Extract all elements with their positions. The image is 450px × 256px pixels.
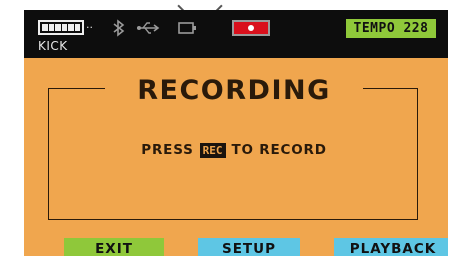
sd-card-icon	[178, 22, 196, 34]
rec-key-label: REC	[199, 142, 226, 158]
bluetooth-icon	[113, 19, 125, 37]
record-hint: PRESS REC TO RECORD	[49, 142, 419, 158]
status-bar: ·· KICK TEMPO 228	[24, 10, 448, 58]
track-label: KICK	[38, 39, 68, 53]
recording-title: RECORDING	[137, 75, 331, 106]
record-dot-icon	[232, 20, 270, 36]
exit-button[interactable]: EXIT	[64, 238, 164, 256]
playback-button[interactable]: PLAYBACK	[334, 238, 448, 256]
device-screen: ·· KICK TEMPO 228 RECORDING PRESS REC TO	[24, 10, 448, 256]
setup-button[interactable]: SETUP	[198, 238, 300, 256]
battery-level-dots: ··	[86, 21, 93, 34]
usb-icon	[137, 22, 160, 34]
battery-icon	[38, 20, 84, 35]
hint-to-record-text: TO RECORD	[231, 142, 327, 158]
recording-panel: RECORDING PRESS REC TO RECORD	[48, 75, 419, 220]
hint-press-text: PRESS	[141, 142, 194, 158]
tempo-badge: TEMPO 228	[346, 19, 436, 38]
